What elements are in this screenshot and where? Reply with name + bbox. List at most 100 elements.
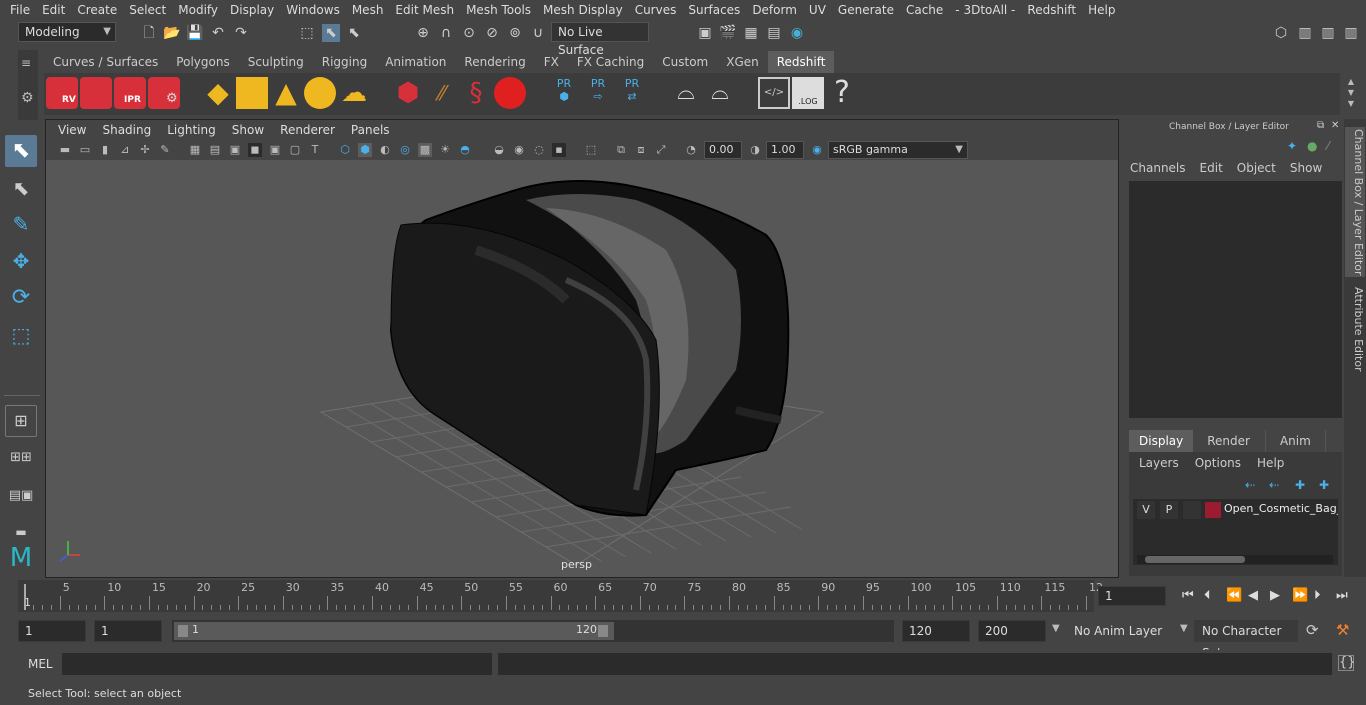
go-to-end-icon[interactable]: ⏭ — [1336, 588, 1348, 603]
range-slider-end-handle[interactable] — [598, 625, 608, 637]
step-forward-icon[interactable]: ⏵ — [1314, 588, 1321, 603]
select-object-icon[interactable]: ⬉ — [322, 24, 340, 42]
snap-grid-icon[interactable]: ⊕ — [414, 24, 432, 42]
menu-cache[interactable]: Cache — [900, 0, 949, 20]
safe-title-icon[interactable]: T — [308, 143, 322, 157]
color-management-icon[interactable]: ◉ — [810, 143, 824, 157]
snap-live-icon[interactable]: ⊚ — [506, 24, 524, 42]
four-view-layout-icon[interactable]: ⊞⊞ — [5, 442, 37, 474]
sphere-material-icon[interactable] — [494, 77, 526, 109]
current-time-indicator[interactable] — [24, 584, 26, 610]
step-back-icon[interactable]: ⏴ — [1204, 588, 1211, 603]
shelf-scroll[interactable]: ▲ ▼ ▼ — [1344, 76, 1358, 110]
pr-cube-icon[interactable]: PR ⬢ — [548, 77, 580, 109]
new-layer-selected-icon[interactable]: ✚ — [1319, 478, 1329, 492]
image-plane-icon[interactable]: ⊿ — [118, 143, 132, 157]
menu-deform[interactable]: Deform — [746, 0, 803, 20]
gate-mask-icon[interactable]: ◼ — [248, 143, 262, 157]
layer-scrollbar-thumb[interactable] — [1145, 556, 1245, 563]
menu-edit[interactable]: Edit — [36, 0, 71, 20]
shelf-tab-fx[interactable]: FX — [535, 51, 568, 73]
render-frame-icon[interactable]: 🎬 — [719, 24, 737, 42]
pr-swap-icon[interactable]: PR ⇄ — [616, 77, 648, 109]
grease-pencil-icon[interactable]: ✎ — [158, 143, 172, 157]
redshift-settings-icon[interactable]: ⚙ — [148, 77, 180, 109]
gear-icon[interactable]: ⚙ — [21, 90, 34, 106]
menu-mesh-tools[interactable]: Mesh Tools — [460, 0, 537, 20]
layer-color-swatch[interactable] — [1205, 502, 1221, 518]
bake-set-icon[interactable]: ⌓ — [704, 77, 736, 109]
light-quad-icon[interactable] — [236, 77, 268, 109]
viewport-scene[interactable]: persp — [46, 160, 1118, 577]
layer-name[interactable]: Open_Cosmetic_Bag_L — [1224, 502, 1338, 515]
shelf-tab-xgen[interactable]: XGen — [717, 51, 768, 73]
time-slider[interactable]: 5 10 15 20 25 30 35 40 45 50 55 60 65 70 75 80 85 90 95 100… — [18, 580, 1103, 612]
menu-mesh[interactable]: Mesh — [346, 0, 390, 20]
lasso-tool-icon[interactable]: ⬉ — [5, 172, 37, 204]
menu-modify[interactable]: Modify — [172, 0, 224, 20]
layer-playback-toggle[interactable]: P — [1160, 501, 1178, 519]
menu-redshift[interactable]: Redshift — [1021, 0, 1082, 20]
mode-dropdown[interactable]: Modeling ▼ — [18, 22, 116, 42]
wireframe-icon[interactable]: ⬡ — [338, 143, 352, 157]
layer-visibility-toggle[interactable]: V — [1137, 501, 1155, 519]
play-backwards-icon[interactable]: ◀ — [1248, 588, 1258, 603]
log-icon[interactable]: .LOG — [792, 77, 824, 109]
select-hierarchy-icon[interactable]: ⬚ — [298, 24, 316, 42]
snap-point-icon[interactable]: ⊙ — [460, 24, 478, 42]
help-icon[interactable]: ? — [826, 77, 858, 109]
scale-tool-icon[interactable]: ⬚ — [5, 319, 37, 351]
hair-icon[interactable]: ⁄⁄ — [426, 77, 458, 109]
safe-action-icon[interactable]: ▢ — [288, 143, 302, 157]
proxy-cube-icon[interactable]: ⬢ — [392, 77, 424, 109]
channel-lock-icon[interactable]: ⁄ — [1327, 139, 1329, 153]
menu-mesh-display[interactable]: Mesh Display — [537, 0, 629, 20]
paint-select-icon[interactable]: ✎ — [5, 208, 37, 240]
layer-row[interactable]: V P Open_Cosmetic_Bag_L — [1133, 501, 1338, 519]
camera-attributes-icon[interactable]: ▭ — [78, 143, 92, 157]
side-tab-channel-box[interactable]: Channel Box / Layer Editor — [1345, 127, 1365, 277]
live-surface-field[interactable]: No Live Surface — [551, 22, 649, 57]
light-diamond-icon[interactable]: ◆ — [202, 77, 234, 109]
menu-surfaces[interactable]: Surfaces — [682, 0, 746, 20]
field-chart-icon[interactable]: ▣ — [268, 143, 282, 157]
light-dome-icon[interactable] — [304, 77, 336, 109]
redshift-batch-render-icon[interactable] — [80, 77, 112, 109]
shadows-icon[interactable]: ◓ — [458, 143, 472, 157]
layer-tab-render[interactable]: Render — [1193, 430, 1266, 452]
layer-menu-options[interactable]: Options — [1195, 456, 1257, 470]
hypershade-icon[interactable]: ◉ — [788, 24, 806, 42]
gamma-field[interactable]: 1.00 — [766, 141, 804, 159]
menu-create[interactable]: Create — [71, 0, 123, 20]
new-layer-icon[interactable]: ✚ — [1295, 478, 1305, 492]
close-icon[interactable]: ✕ — [1331, 120, 1339, 131]
outliner-layout-icon[interactable]: ▤▣ — [5, 480, 37, 512]
bookmark-icon[interactable]: ▮ — [98, 143, 112, 157]
depth-of-field-icon[interactable]: ▪ — [552, 143, 566, 157]
exposure-icon[interactable]: ◔ — [684, 143, 698, 157]
shelf-tab-redshift[interactable]: Redshift — [767, 51, 835, 73]
move-tool-icon[interactable]: ✥ — [5, 245, 37, 277]
volume-icon[interactable]: § — [460, 77, 492, 109]
command-language-label[interactable]: MEL — [28, 657, 53, 671]
menu-help[interactable]: Help — [1082, 0, 1121, 20]
gamma-icon[interactable]: ◑ — [748, 143, 762, 157]
menu-file[interactable]: File — [4, 0, 36, 20]
anim-layer-dropdown[interactable]: No Anim Layer — [1066, 620, 1192, 642]
go-to-start-icon[interactable]: ⏮ — [1182, 588, 1194, 603]
smooth-shade-icon[interactable]: ⬢ — [358, 143, 372, 157]
scene-start-field[interactable]: 1 — [18, 620, 86, 642]
open-scene-icon[interactable]: 📂 — [163, 24, 181, 42]
xray-active-icon[interactable]: ⤢ — [654, 143, 668, 157]
snap-curve-icon[interactable]: ∩ — [437, 24, 455, 42]
chevron-down-icon[interactable]: ▼ — [1180, 623, 1188, 634]
default-material-icon[interactable]: ◐ — [378, 143, 392, 157]
scene-end-field[interactable]: 200 — [978, 620, 1046, 642]
use-all-lights-icon[interactable]: ☀ — [438, 143, 452, 157]
layer-scrollbar[interactable] — [1137, 555, 1333, 564]
layer-menu-help[interactable]: Help — [1257, 456, 1284, 470]
range-slider-bar[interactable]: 1 120 — [174, 622, 614, 640]
menu-generate[interactable]: Generate — [832, 0, 900, 20]
channel-menu-channels[interactable]: Channels — [1130, 161, 1200, 175]
menu-curves[interactable]: Curves — [629, 0, 683, 20]
